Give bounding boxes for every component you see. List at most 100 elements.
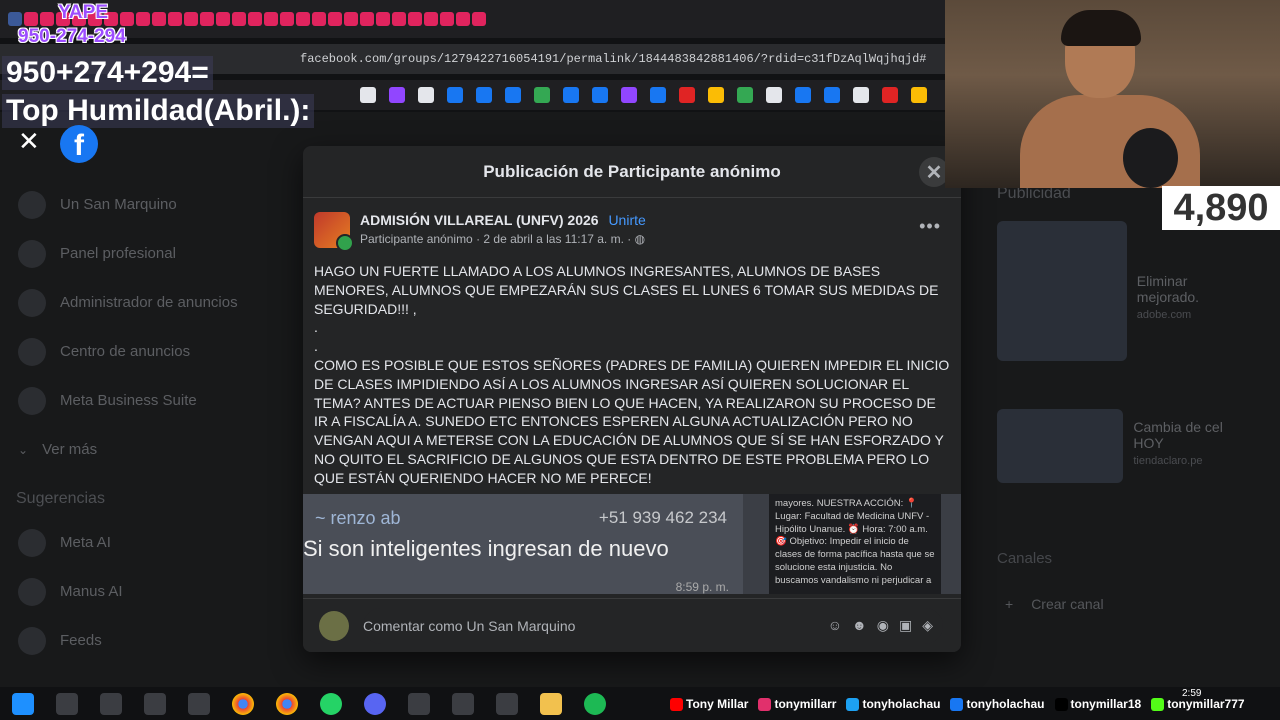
steam-bookmark-icon[interactable] [505,87,521,103]
suggestion-meta-ai[interactable]: Meta AI [0,518,300,567]
maps-bookmark-icon[interactable] [534,87,550,103]
paypal-bookmark-icon[interactable] [795,87,811,103]
more-options-icon[interactable]: ••• [919,216,941,237]
windows-start-icon[interactable] [12,692,34,715]
task-view-icon[interactable] [100,692,122,715]
bookmark-icon[interactable] [882,87,898,103]
tab-icon[interactable] [264,12,278,26]
url-text[interactable]: facebook.com/groups/1279422716054191/per… [300,52,927,66]
avatar-sticker-icon[interactable]: ☺ [828,617,842,634]
tab-icon[interactable] [152,12,166,26]
tab-icon[interactable] [248,12,262,26]
folder-icon[interactable] [540,692,562,715]
comment-input[interactable]: Comentar como Un San Marquino ☺ ☻ ◉ ▣ ◈ [363,607,943,644]
ad-card[interactable]: Eliminar mejorado. adobe.com [997,221,1245,361]
left-sidebar: Un San Marquino Panel profesional Admini… [0,180,300,474]
yape-number: 950-274-294 [18,26,126,47]
photos-bookmark-icon[interactable] [737,87,753,103]
app-icon[interactable] [452,692,474,715]
sidebar-item-profile[interactable]: Un San Marquino [0,180,300,229]
bookmark-icon[interactable] [476,87,492,103]
social-handle: tonyholachau [950,697,1045,711]
sidebar-item-professional-dashboard[interactable]: Panel profesional [0,229,300,278]
gif-icon[interactable]: ▣ [899,617,912,634]
chrome-icon[interactable] [232,692,254,715]
tab-icon[interactable] [312,12,326,26]
whatsapp-icon[interactable] [320,692,342,715]
facebook-icon [950,697,964,711]
ad-card[interactable]: Cambia de cel HOY tiendaclaro.pe [997,409,1245,483]
tab-icon[interactable] [232,12,246,26]
search-icon[interactable] [56,692,78,715]
tab-icon[interactable] [360,12,374,26]
join-group-link[interactable]: Unirte [608,212,645,228]
bookmark-icon[interactable] [853,87,869,103]
tab-icon[interactable] [424,12,438,26]
group-name-link[interactable]: ADMISIÓN VILLAREAL (UNFV) 2026 [360,212,599,228]
sidebar-item-business-suite[interactable]: Meta Business Suite [0,376,300,425]
suggestion-manus-ai[interactable]: Manus AI [0,567,300,616]
tab-icon[interactable] [40,12,54,26]
social-handle: tonymillarr [758,697,836,711]
obs-icon[interactable] [408,692,430,715]
ad-domain: adobe.com [1136,309,1192,321]
tab-icon[interactable] [200,12,214,26]
translate-bookmark-icon[interactable] [592,87,608,103]
social-handle: tonymillar18 [1054,697,1141,711]
voicemeeter-icon[interactable] [188,692,210,715]
emoji-icon[interactable]: ☻ [852,617,867,634]
tab-icon[interactable] [456,12,470,26]
facebook-logo-icon[interactable]: f [60,125,98,163]
tab-icon[interactable] [136,12,150,26]
browser-tab-strip[interactable] [0,0,945,38]
sticker-icon[interactable]: ◈ [922,617,933,634]
bookmark-icon[interactable] [911,87,927,103]
tab-icon[interactable] [280,12,294,26]
suggestion-feeds[interactable]: Feeds [0,616,300,665]
avatar[interactable] [319,610,349,641]
app-icon[interactable] [496,692,518,715]
tab-icon[interactable] [328,12,342,26]
translate-bookmark-icon[interactable] [563,87,579,103]
post-image[interactable]: ~ renzo ab +51 939 462 234 Si son inteli… [303,494,961,594]
drive-bookmark-icon[interactable] [708,87,724,103]
bookmark-icon[interactable] [766,87,782,103]
tab-icon[interactable] [24,12,38,26]
messenger-bookmark-icon[interactable] [447,87,463,103]
tab-icon[interactable] [376,12,390,26]
discord-bookmark-icon[interactable] [621,87,637,103]
group-avatar[interactable] [314,212,354,252]
dashboard-icon [18,239,46,268]
tab-icon[interactable] [296,12,310,26]
create-channel-button[interactable]: + Crear canal [1005,596,1104,612]
twitter-icon [846,697,860,711]
close-icon[interactable]: ✕ [18,126,40,157]
tab-icon[interactable] [408,12,422,26]
tab-icon[interactable] [168,12,182,26]
tab-icon[interactable] [392,12,406,26]
bookmark-icon[interactable] [650,87,666,103]
tab-icon[interactable] [440,12,454,26]
plus-icon: + [1005,596,1014,612]
chrome-icon[interactable] [276,692,298,715]
comment-placeholder: Comentar como Un San Marquino [363,617,576,634]
twitch-bookmark-icon[interactable] [389,87,405,103]
discord-icon[interactable] [364,692,386,715]
app-icon[interactable] [144,692,166,715]
tab-icon[interactable] [184,12,198,26]
sidebar-item-see-more[interactable]: ⌄ Ver más [0,425,300,474]
sidebar-item-ads-manager[interactable]: Administrador de anuncios [0,278,300,327]
tiktok-bookmark-icon[interactable] [360,87,376,103]
tab-icon[interactable] [8,12,22,26]
tab-icon[interactable] [344,12,358,26]
tab-icon[interactable] [120,12,134,26]
spotify-icon[interactable] [584,692,606,715]
mail-bookmark-icon[interactable] [418,87,434,103]
tab-icon[interactable] [472,12,486,26]
sidebar-item-ad-center[interactable]: Centro de anuncios [0,327,300,376]
youtube-bookmark-icon[interactable] [679,87,695,103]
bookmark-icon[interactable] [824,87,840,103]
system-clock[interactable]: 2:59 [1182,688,1201,699]
tab-icon[interactable] [216,12,230,26]
camera-icon[interactable]: ◉ [877,617,889,634]
